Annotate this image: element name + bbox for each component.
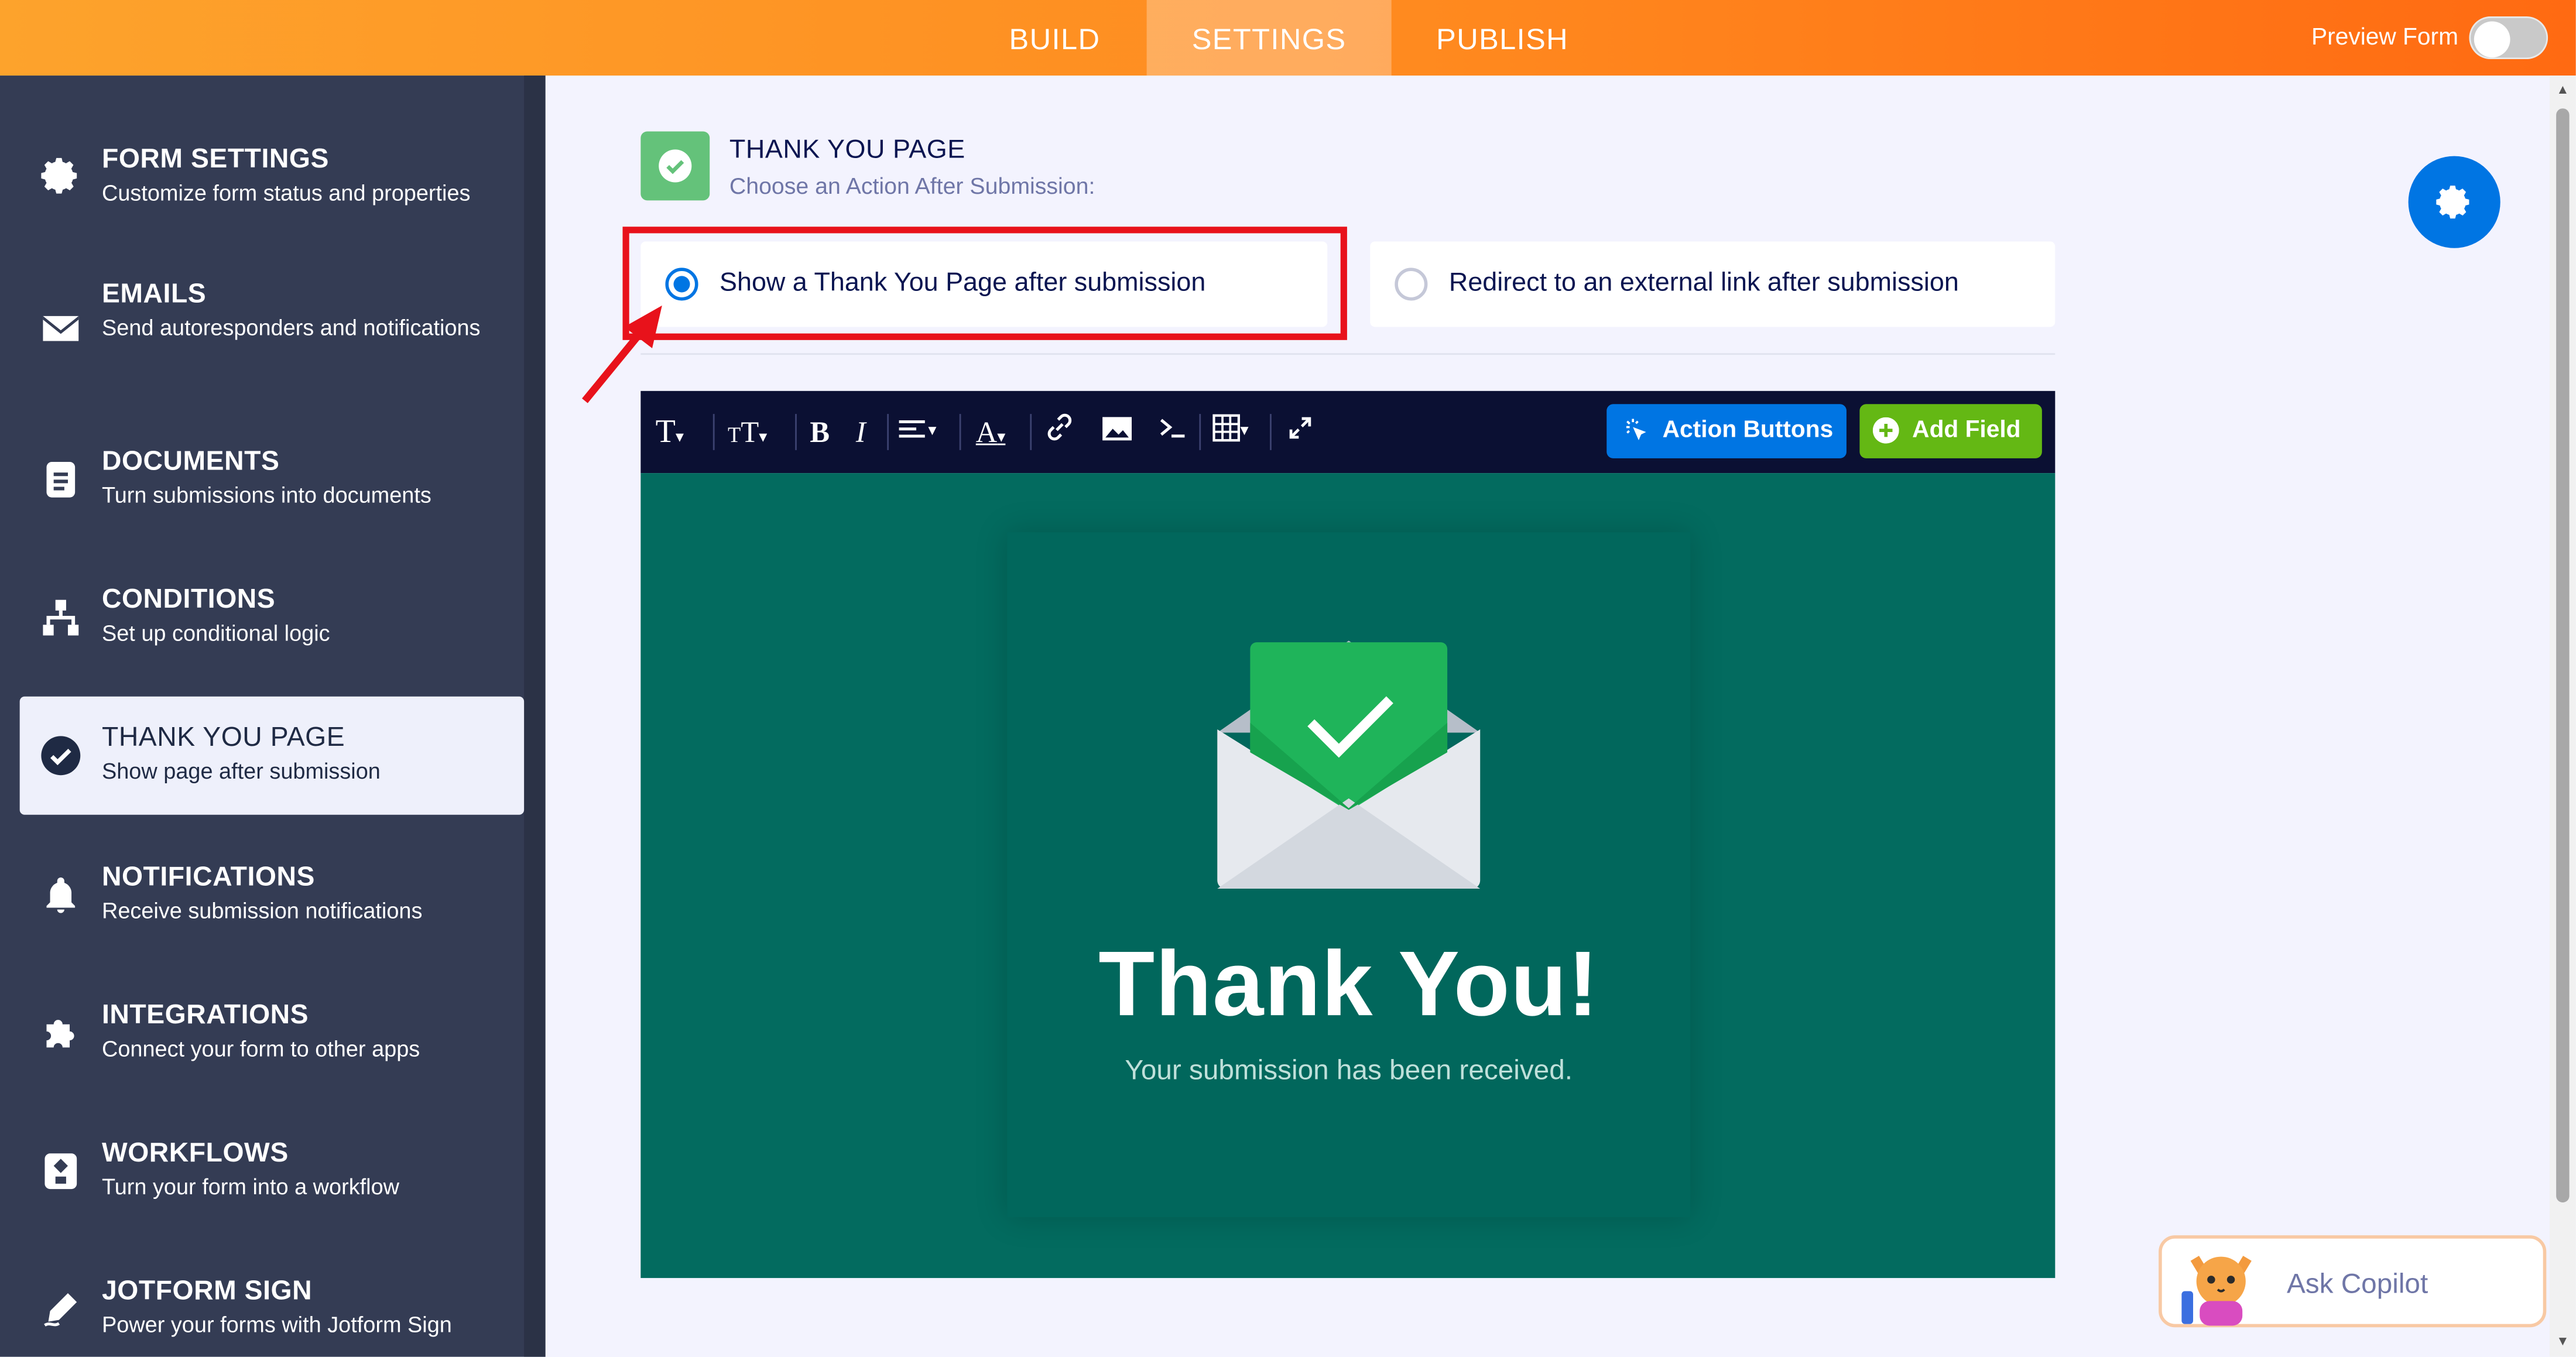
sidebar-item-workflows[interactable]: WORKFLOWS Turn your form into a workflow bbox=[20, 1112, 524, 1231]
link-icon[interactable] bbox=[1045, 412, 1075, 451]
sidebar-item-desc: Send autoresponders and notifications bbox=[101, 315, 481, 340]
sidebar-item-thank-you-page[interactable]: THANK YOU PAGE Show page after submissio… bbox=[19, 696, 525, 815]
highlight-annotation-box bbox=[622, 227, 1347, 340]
preview-form-label: Preview Form bbox=[2311, 25, 2459, 51]
sidebar-item-title: INTEGRATIONS bbox=[101, 1000, 309, 1030]
copilot-cat-avatar-icon bbox=[2175, 1242, 2267, 1335]
toolbar-separator bbox=[1270, 414, 1272, 450]
sidebar-item-desc: Set up conditional logic bbox=[101, 621, 330, 646]
top-nav-bar: BUILD SETTINGS PUBLISH Preview Form bbox=[0, 0, 2576, 76]
sidebar-item-title: THANK YOU PAGE bbox=[101, 722, 345, 753]
image-icon[interactable] bbox=[1101, 412, 1133, 451]
preview-form-toggle[interactable] bbox=[2469, 16, 2548, 60]
font-size-icon[interactable]: TT▾ bbox=[728, 412, 767, 451]
page-subtitle: Choose an Action After Submission: bbox=[729, 172, 1095, 199]
page-title: THANK YOU PAGE bbox=[729, 136, 965, 165]
tab-build[interactable]: BUILD bbox=[979, 0, 1130, 76]
toolbar-separator bbox=[959, 414, 961, 450]
divider bbox=[640, 353, 2056, 355]
toggle-knob bbox=[2474, 21, 2510, 58]
thank-you-page-header-icon bbox=[640, 131, 710, 201]
scroll-up-icon[interactable]: ▲ bbox=[2553, 82, 2573, 98]
puzzle-icon bbox=[39, 1012, 82, 1054]
sidebar-item-title: DOCUMENTS bbox=[101, 447, 280, 477]
toolbar-separator bbox=[712, 414, 715, 450]
check-circle-icon bbox=[39, 734, 82, 777]
sidebar-item-desc: Power your forms with Jotform Sign bbox=[101, 1312, 452, 1338]
sidebar-item-emails[interactable]: EMAILS Send autoresponders and notificat… bbox=[20, 266, 524, 391]
tab-settings[interactable]: SETTINGS bbox=[1146, 0, 1392, 76]
sidebar-item-integrations[interactable]: INTEGRATIONS Connect your form to other … bbox=[20, 974, 524, 1092]
sidebar-edge bbox=[524, 76, 546, 1357]
sidebar-item-documents[interactable]: DOCUMENTS Turn submissions into document… bbox=[20, 420, 524, 539]
cursor-click-icon bbox=[1623, 417, 1649, 450]
scrollbar-thumb[interactable] bbox=[2556, 108, 2570, 1202]
sidebar-item-title: EMAILS bbox=[101, 279, 207, 309]
scroll-down-icon[interactable]: ▼ bbox=[2553, 1334, 2573, 1350]
toolbar-separator bbox=[1030, 414, 1032, 450]
sidebar-item-notifications[interactable]: NOTIFICATIONS Receive submission notific… bbox=[20, 836, 524, 954]
sidebar-item-desc: Customize form status and properties bbox=[101, 180, 471, 205]
sidebar-item-title: JOTFORM SIGN bbox=[101, 1276, 313, 1306]
text-format-icon[interactable]: T▾ bbox=[656, 412, 684, 451]
sidebar-item-title: CONDITIONS bbox=[101, 584, 276, 615]
document-icon bbox=[39, 458, 82, 501]
sidebar-item-desc: Connect your form to other apps bbox=[101, 1036, 420, 1061]
gear-icon bbox=[2434, 182, 2474, 229]
action-buttons-label: Action Buttons bbox=[1662, 417, 1834, 444]
thank-you-subheading: Your submission has been received. bbox=[1125, 1054, 1573, 1086]
workflow-icon bbox=[39, 1150, 82, 1192]
toolbar-separator bbox=[887, 414, 889, 450]
sidebar-item-form-settings[interactable]: FORM SETTINGS Customize form status and … bbox=[20, 116, 524, 235]
action-buttons-button[interactable]: Action Buttons bbox=[1606, 404, 1847, 458]
add-field-button[interactable]: Add Field bbox=[1859, 404, 2042, 458]
italic-icon[interactable]: I bbox=[856, 412, 866, 451]
bold-icon[interactable]: B bbox=[810, 412, 830, 451]
app-root: BUILD SETTINGS PUBLISH Preview Form FORM… bbox=[0, 0, 2576, 1357]
sidebar-item-jotform-sign[interactable]: JOTFORM SIGN Power your forms with Jotfo… bbox=[20, 1250, 524, 1356]
gear-icon bbox=[39, 155, 82, 197]
toolbar-separator bbox=[1199, 414, 1201, 450]
sidebar-item-title: NOTIFICATIONS bbox=[101, 862, 315, 892]
sidebar-item-desc: Receive submission notifications bbox=[101, 898, 423, 923]
option-redirect-external-link[interactable]: Redirect to an external link after submi… bbox=[1370, 241, 2056, 327]
envelope-success-icon bbox=[1217, 640, 1481, 889]
sidebar-item-title: WORKFLOWS bbox=[101, 1138, 289, 1168]
align-icon[interactable]: ▾ bbox=[899, 412, 937, 451]
expand-icon[interactable] bbox=[1286, 412, 1314, 451]
envelope-icon bbox=[39, 307, 82, 350]
sitemap-icon bbox=[39, 597, 82, 639]
page-settings-button[interactable] bbox=[2408, 156, 2500, 248]
code-icon[interactable] bbox=[1158, 412, 1188, 451]
add-field-label: Add Field bbox=[1912, 417, 2021, 444]
text-color-icon[interactable]: A▾ bbox=[976, 412, 1006, 451]
sidebar-item-desc: Turn submissions into documents bbox=[101, 482, 431, 508]
ask-copilot-button[interactable]: Ask Copilot bbox=[2159, 1235, 2547, 1328]
thank-you-heading: Thank You! bbox=[1098, 931, 1599, 1035]
bell-icon bbox=[39, 874, 82, 917]
sidebar-item-desc: Turn your form into a workflow bbox=[101, 1174, 400, 1200]
plus-circle-icon bbox=[1872, 417, 1899, 450]
toolbar-separator bbox=[795, 414, 797, 450]
tab-publish[interactable]: PUBLISH bbox=[1408, 0, 1597, 76]
ask-copilot-label: Ask Copilot bbox=[2286, 1268, 2428, 1300]
sidebar-item-desc: Show page after submission bbox=[101, 759, 381, 784]
table-icon[interactable]: ▾ bbox=[1212, 412, 1249, 451]
sidebar-item-title: FORM SETTINGS bbox=[101, 144, 329, 174]
pen-icon bbox=[39, 1288, 82, 1331]
option-label: Redirect to an external link after submi… bbox=[1448, 269, 1959, 297]
sidebar-item-conditions[interactable]: CONDITIONS Set up conditional logic bbox=[20, 558, 524, 677]
radio-button[interactable] bbox=[1395, 268, 1428, 301]
